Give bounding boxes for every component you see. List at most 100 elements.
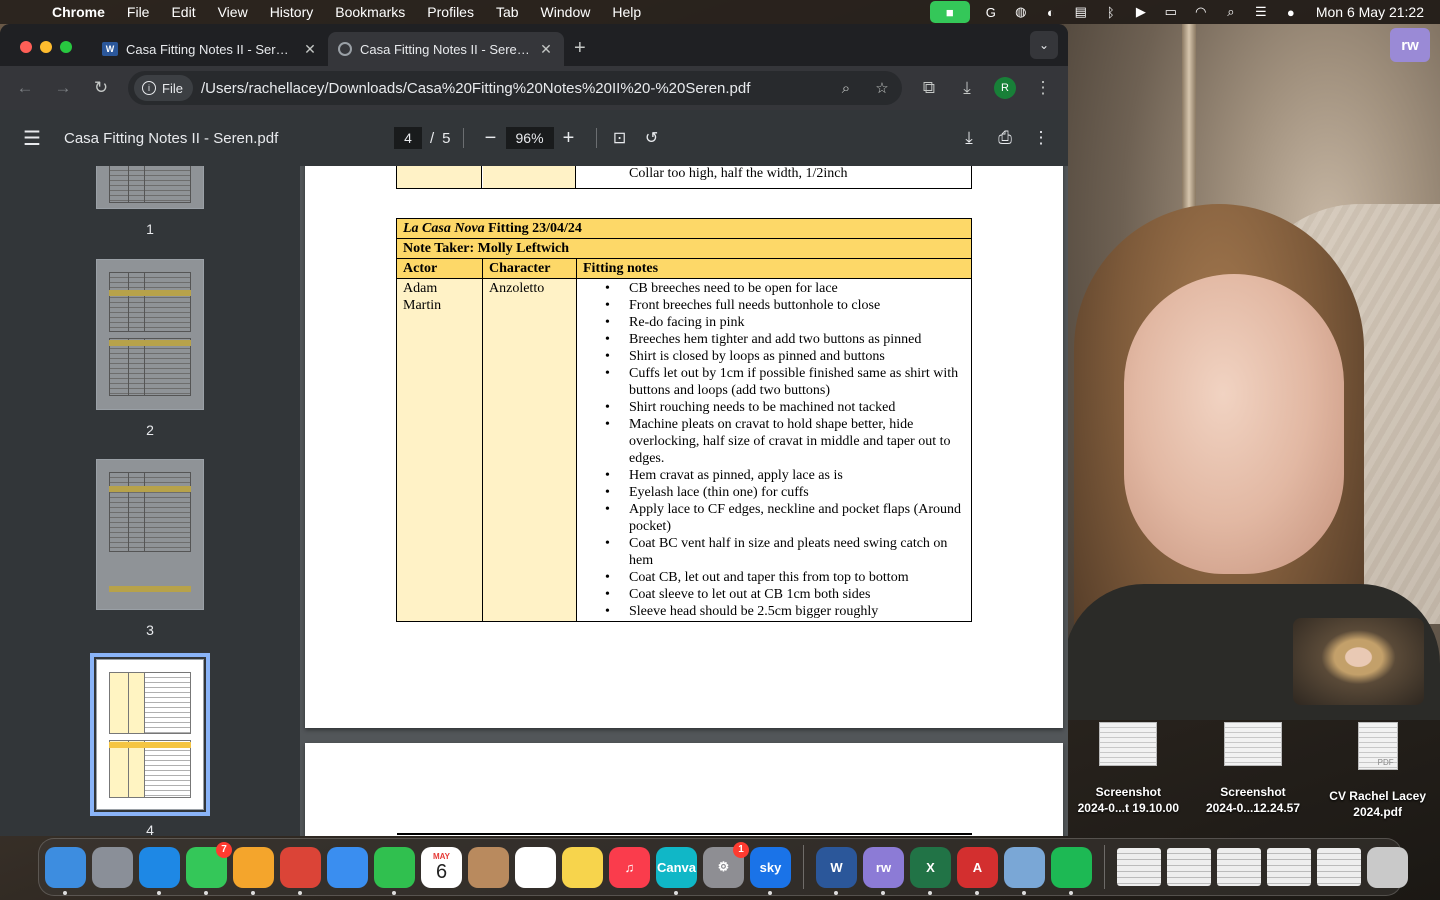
page-separator: / bbox=[430, 129, 435, 147]
menu-edit[interactable]: Edit bbox=[160, 4, 206, 20]
menu-window[interactable]: Window bbox=[530, 4, 602, 20]
chrome-window: W Casa Fitting Notes II - Seren.docx ✕ C… bbox=[0, 24, 1068, 836]
dock-app-launchpad-icon[interactable] bbox=[92, 846, 133, 888]
close-window-button[interactable] bbox=[20, 41, 32, 53]
chrome-menu-icon[interactable]: ⋮ bbox=[1026, 71, 1060, 105]
play-icon[interactable]: ▶ bbox=[1132, 4, 1150, 20]
thumbnail-page-2[interactable]: 2 bbox=[96, 259, 204, 438]
minimize-window-button[interactable] bbox=[40, 41, 52, 53]
desktop-file-screenshot-2[interactable]: Screenshot 2024-0...12.24.57 bbox=[1191, 720, 1315, 830]
zoom-window-button[interactable] bbox=[60, 41, 72, 53]
header-fitting-notes: Fitting notes bbox=[576, 258, 972, 279]
dock-trash-icon[interactable] bbox=[1367, 846, 1408, 888]
profile-button[interactable]: R bbox=[988, 71, 1022, 105]
thumbnail-sidebar[interactable]: 1 2 3 4 bbox=[0, 166, 300, 836]
menu-bookmarks[interactable]: Bookmarks bbox=[324, 4, 416, 20]
menu-file[interactable]: File bbox=[116, 4, 161, 20]
site-info-chip[interactable]: i File bbox=[134, 75, 193, 101]
download-icon[interactable]: ⤓ bbox=[958, 128, 980, 148]
vpn-icon[interactable]: ◍ bbox=[1012, 4, 1030, 20]
pdf-page-area[interactable]: Collar too high, half the width, 1/2inch… bbox=[300, 166, 1068, 836]
video-call-self-view[interactable] bbox=[1293, 618, 1424, 705]
dock-app-preview-icon[interactable] bbox=[1004, 846, 1045, 895]
file-name: 2024-0...12.24.57 bbox=[1205, 801, 1301, 815]
dock-app-sky-go-icon[interactable]: sky bbox=[750, 846, 791, 895]
zoom-input[interactable]: 96% bbox=[505, 127, 554, 149]
zoom-magnifier-icon[interactable]: ⌕ bbox=[832, 80, 860, 97]
notes-tray-icon[interactable]: ▤ bbox=[1072, 4, 1090, 20]
close-tab-icon[interactable]: ✕ bbox=[302, 41, 318, 58]
url-text[interactable]: /Users/rachellacey/Downloads/Casa%20Fitt… bbox=[201, 80, 824, 97]
menu-history[interactable]: History bbox=[259, 4, 325, 20]
dock-app-music-icon[interactable]: ♫ bbox=[609, 846, 650, 888]
desktop-files: Screenshot 2024-0...t 19.10.00 Screenshot… bbox=[1066, 720, 1440, 830]
dock-app-acrobat-icon[interactable]: A bbox=[957, 846, 998, 895]
back-button[interactable]: ← bbox=[8, 71, 42, 105]
dock-app-facetime-icon[interactable] bbox=[374, 846, 415, 895]
dock-app-reminders-icon[interactable] bbox=[515, 846, 556, 888]
bluetooth-icon[interactable]: ᛒ bbox=[1102, 4, 1120, 20]
downloads-icon[interactable]: ⤓ bbox=[950, 71, 984, 105]
dock-minimized-window[interactable] bbox=[1217, 848, 1261, 886]
new-tab-button[interactable]: + bbox=[564, 37, 596, 66]
sidebar-menu-icon[interactable]: ☰ bbox=[0, 126, 64, 151]
menu-app-name[interactable]: Chrome bbox=[40, 4, 116, 20]
close-tab-icon[interactable]: ✕ bbox=[538, 41, 554, 58]
dock-app-calendar-icon[interactable]: MAY 6 bbox=[421, 846, 462, 888]
fit-to-page-icon[interactable]: ⊡ bbox=[609, 128, 631, 148]
wifi-icon[interactable]: ◠ bbox=[1192, 4, 1210, 20]
pdf-file-icon: PDF bbox=[1357, 722, 1398, 770]
dock-app-finder-icon[interactable] bbox=[45, 846, 86, 895]
dock-app-contacts-icon[interactable] bbox=[468, 846, 509, 888]
dock-app-notes-icon[interactable] bbox=[562, 846, 603, 888]
menu-profiles[interactable]: Profiles bbox=[416, 4, 485, 20]
thumbnail-page-3[interactable]: 3 bbox=[96, 459, 204, 638]
tab-pdf[interactable]: Casa Fitting Notes II - Seren.pdf ✕ bbox=[328, 32, 564, 66]
control-center-icon[interactable]: ☰ bbox=[1252, 4, 1270, 20]
siri-icon[interactable]: ● bbox=[1282, 4, 1300, 20]
dock-app-spotify-icon[interactable] bbox=[1051, 846, 1092, 895]
dock-app-word-icon[interactable]: W bbox=[816, 846, 857, 895]
more-options-icon[interactable]: ⋮ bbox=[1030, 128, 1052, 148]
dock-minimized-window[interactable] bbox=[1167, 848, 1211, 886]
menu-tab[interactable]: Tab bbox=[485, 4, 530, 20]
menu-help[interactable]: Help bbox=[601, 4, 652, 20]
dock-app-rewind-icon[interactable]: rw bbox=[863, 846, 904, 895]
forward-button[interactable]: → bbox=[46, 71, 80, 105]
grammarly-icon[interactable]: G bbox=[982, 4, 1000, 20]
dock-minimized-window[interactable] bbox=[1317, 848, 1361, 886]
page-number-input[interactable]: 4 bbox=[394, 127, 422, 149]
menu-clock[interactable]: Mon 6 May 21:22 bbox=[1316, 4, 1424, 20]
dock-app-glyph: ♫ bbox=[624, 859, 635, 875]
dock-app-photos-icon[interactable] bbox=[233, 846, 274, 895]
print-icon[interactable]: ⎙ bbox=[994, 128, 1016, 148]
dock-app-system-settings-icon[interactable]: ⚙ 1 bbox=[703, 841, 749, 888]
dock-app-messages-icon[interactable]: 7 bbox=[186, 841, 232, 895]
facetime-camera-icon[interactable]: ■ bbox=[929, 1, 970, 23]
desktop-file-cv-pdf[interactable]: PDF CV Rachel Lacey 2024.pdf bbox=[1316, 720, 1440, 830]
zoom-in-button[interactable]: + bbox=[554, 127, 584, 150]
privacy-icon[interactable]: ◐ bbox=[1042, 4, 1060, 20]
battery-icon[interactable]: ▭ bbox=[1162, 4, 1180, 20]
tab-search-chevron-icon[interactable]: ⌄ bbox=[1030, 31, 1058, 59]
dock-app-chrome-icon[interactable] bbox=[280, 846, 321, 895]
rotate-icon[interactable]: ↺ bbox=[641, 128, 663, 148]
thumbnail-page-1[interactable]: 1 bbox=[96, 166, 204, 237]
zoom-out-button[interactable]: − bbox=[476, 127, 506, 150]
dock-app-mail-icon[interactable] bbox=[327, 846, 368, 888]
dock-minimized-window[interactable] bbox=[1267, 848, 1311, 886]
dock-app-excel-icon[interactable]: X bbox=[910, 846, 951, 895]
dock-app-canva-icon[interactable]: Canva bbox=[656, 846, 697, 895]
reload-button[interactable]: ↻ bbox=[84, 71, 118, 105]
spotlight-search-icon[interactable]: ⌕ bbox=[1222, 4, 1240, 20]
bookmark-star-icon[interactable]: ☆ bbox=[868, 79, 896, 97]
menu-view[interactable]: View bbox=[207, 4, 259, 20]
address-bar[interactable]: i File /Users/rachellacey/Downloads/Casa… bbox=[128, 71, 902, 105]
dock-minimized-window[interactable] bbox=[1117, 848, 1161, 886]
thumbnail-page-4[interactable]: 4 bbox=[90, 653, 210, 836]
extensions-icon[interactable]: ⧉ bbox=[912, 71, 946, 105]
rewind-badge-icon[interactable]: rw bbox=[1390, 28, 1430, 62]
dock-app-safari-icon[interactable] bbox=[139, 846, 180, 895]
desktop-file-screenshot-1[interactable]: Screenshot 2024-0...t 19.10.00 bbox=[1066, 720, 1190, 830]
tab-docx[interactable]: W Casa Fitting Notes II - Seren.docx ✕ bbox=[92, 32, 328, 66]
